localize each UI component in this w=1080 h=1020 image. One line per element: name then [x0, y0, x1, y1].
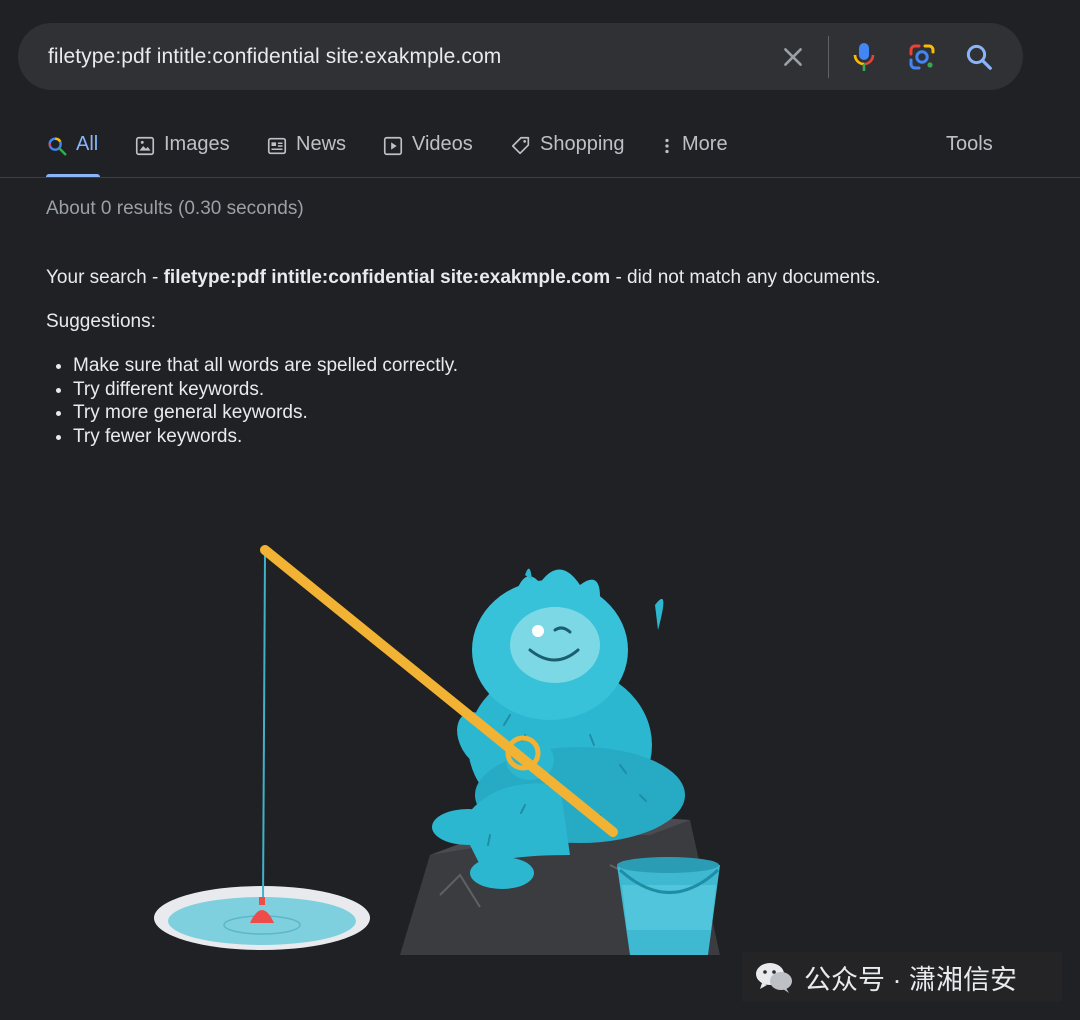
- close-icon: [784, 48, 802, 66]
- suggestions-title: Suggestions:: [46, 311, 156, 332]
- search-icon: [48, 137, 67, 156]
- tab-videos[interactable]: Videos: [382, 118, 473, 176]
- search-by-image-button[interactable]: [905, 40, 939, 74]
- suggestion-item: Make sure that all words are spelled cor…: [73, 354, 458, 378]
- search-bar[interactable]: filetype:pdf intitle:confidential site:e…: [18, 23, 1023, 90]
- microphone-icon: [853, 43, 875, 71]
- tab-news[interactable]: News: [266, 118, 346, 176]
- watermark: 公众号 · 潇湘信安: [742, 952, 1062, 1002]
- tab-shopping[interactable]: Shopping: [510, 118, 625, 176]
- no-match-query: filetype:pdf intitle:confidential site:e…: [163, 267, 611, 288]
- tab-news-label: News: [296, 133, 347, 155]
- tab-more-label: More: [682, 133, 728, 155]
- watermark-text: 公众号 · 潇湘信安: [804, 964, 1017, 995]
- clear-search-button[interactable]: [776, 40, 810, 74]
- news-icon: [267, 137, 287, 155]
- more-vert-icon: [665, 138, 669, 154]
- image-icon: [135, 136, 155, 156]
- search-bar-divider: [828, 36, 829, 78]
- search-input[interactable]: filetype:pdf intitle:confidential site:e…: [48, 23, 501, 90]
- suggestion-item: Try different keywords.: [73, 378, 458, 402]
- lens-icon: [909, 44, 935, 70]
- tag-icon: [511, 136, 530, 155]
- suggestions-list: Make sure that all words are spelled cor…: [46, 354, 458, 448]
- tab-all[interactable]: All: [46, 118, 98, 176]
- tab-images-label: Images: [164, 133, 230, 155]
- tab-videos-label: Videos: [412, 133, 473, 155]
- search-icon: [966, 44, 992, 70]
- no-match-prefix: Your search -: [46, 267, 164, 288]
- voice-search-button[interactable]: [847, 40, 881, 74]
- search-tabs: All Images News Videos Shopping More Too…: [0, 118, 1080, 178]
- tab-images[interactable]: Images: [134, 118, 230, 176]
- wechat-icon: [756, 963, 792, 993]
- video-icon: [383, 136, 403, 156]
- tab-all-label: All: [76, 133, 99, 155]
- suggestion-item: Try fewer keywords.: [73, 425, 458, 449]
- tab-shopping-label: Shopping: [540, 133, 625, 155]
- tab-more[interactable]: More: [660, 118, 728, 176]
- suggestion-item: Try more general keywords.: [73, 401, 458, 425]
- tools-button[interactable]: Tools: [946, 118, 993, 176]
- ice-fishing-monster-illustration: [154, 545, 720, 955]
- search-button[interactable]: [962, 40, 996, 74]
- tabs-divider: [0, 177, 1080, 178]
- no-match-message: Your search - filetype:pdf intitle:confi…: [46, 267, 881, 289]
- tools-label: Tools: [946, 133, 993, 155]
- no-match-suffix: - did not match any documents.: [610, 267, 881, 288]
- result-stats: About 0 results (0.30 seconds): [46, 198, 304, 219]
